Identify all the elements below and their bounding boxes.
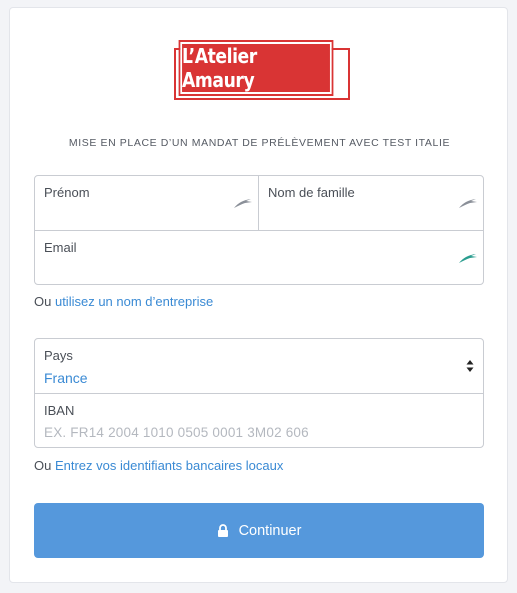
country-label: Pays [44, 348, 73, 363]
country-value: France [44, 370, 88, 386]
continue-button[interactable]: Continuer [34, 503, 484, 558]
logo-text: L’Atelier Amaury [178, 40, 334, 96]
iban-row: IBAN EX. FR14 2004 1010 0505 0001 3M02 6… [35, 394, 483, 449]
email-field[interactable]: Email [35, 231, 483, 286]
first-name-field[interactable]: Prénom [35, 176, 259, 231]
local-bank-option: Ou Entrez vos identifiants bancaires loc… [34, 458, 283, 473]
local-option-prefix: Ou [34, 458, 52, 473]
autofill-bird-icon[interactable] [458, 196, 478, 210]
last-name-label: Nom de famille [268, 185, 355, 200]
first-name-label: Prénom [44, 185, 90, 200]
continue-button-label: Continuer [238, 522, 302, 539]
country-row: Pays France [35, 339, 483, 394]
email-row: Email [35, 231, 483, 286]
last-name-field[interactable]: Nom de famille [259, 176, 483, 231]
email-label: Email [44, 240, 77, 255]
brand-logo: L’Atelier Amaury [168, 40, 354, 102]
country-select[interactable]: Pays France [35, 339, 483, 394]
select-arrows-icon [466, 360, 474, 372]
iban-label: IBAN [44, 403, 75, 418]
form-subtitle: MISE EN PLACE D’UN MANDAT DE PRÉLÈVEMENT… [68, 137, 451, 149]
name-row: Prénom Nom de famille [35, 176, 483, 231]
iban-field[interactable]: IBAN EX. FR14 2004 1010 0505 0001 3M02 6… [35, 394, 483, 449]
company-name-option: Ou utilisez un nom d’entreprise [34, 294, 213, 309]
company-name-link[interactable]: utilisez un nom d’entreprise [55, 294, 213, 309]
iban-placeholder: EX. FR14 2004 1010 0505 0001 3M02 606 [44, 425, 309, 440]
company-option-prefix: Ou [34, 294, 52, 309]
mandate-form-card: L’Atelier Amaury MISE EN PLACE D’UN MAND… [9, 7, 508, 583]
lock-icon [217, 524, 228, 537]
autofill-bird-icon[interactable] [233, 196, 253, 210]
bank-field-group: Pays France IBAN EX. FR14 2004 1010 0505… [34, 338, 484, 448]
autofill-bird-icon[interactable] [458, 251, 478, 265]
local-bank-details-link[interactable]: Entrez vos identifiants bancaires locaux [55, 458, 283, 473]
identity-field-group: Prénom Nom de famille Email [34, 175, 484, 285]
